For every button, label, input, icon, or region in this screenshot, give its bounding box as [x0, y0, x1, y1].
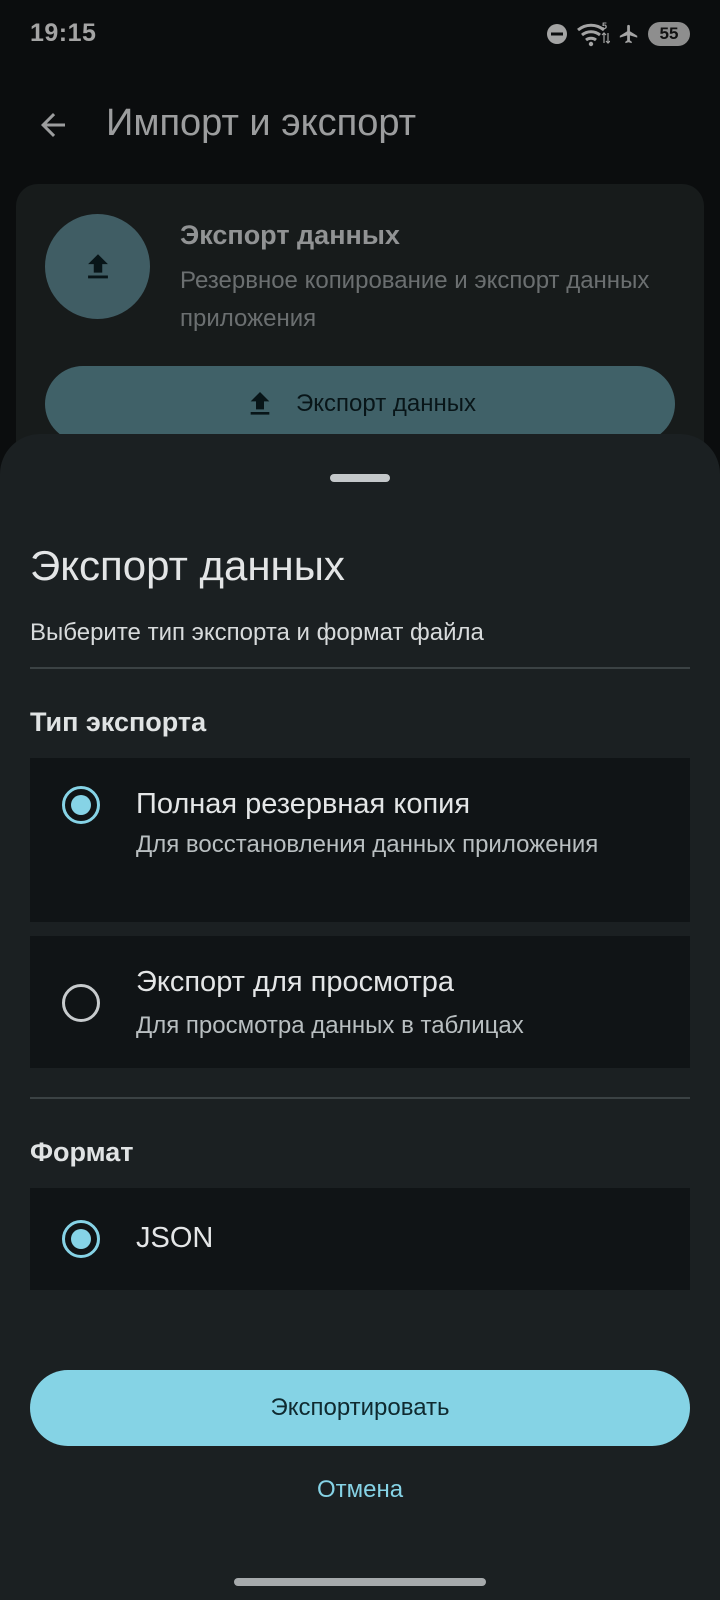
screen: 19:15 5 55 Импорт и экспорт Экспорт данн…	[0, 0, 720, 1600]
export-confirm-button[interactable]: Экспортировать	[30, 1370, 690, 1446]
option-full-backup[interactable]: Полная резервная копия Для восстановлени…	[30, 758, 690, 922]
export-bottom-sheet: Экспорт данных Выберите тип экспорта и ф…	[0, 434, 720, 1600]
option-description: Для восстановления данных приложения	[136, 831, 599, 858]
export-confirm-label: Экспортировать	[270, 1394, 450, 1421]
gesture-nav-handle	[234, 1578, 486, 1586]
option-json[interactable]: JSON	[30, 1188, 690, 1290]
cancel-label: Отмена	[316, 1476, 404, 1503]
format-label: Формат	[30, 1137, 134, 1167]
export-type-label: Тип экспорта	[30, 707, 207, 737]
cancel-button[interactable]: Отмена	[260, 1454, 460, 1526]
option-title: JSON	[136, 1222, 214, 1254]
option-title: Полная резервная копия	[136, 788, 471, 820]
sheet-title: Экспорт данных	[30, 542, 345, 589]
sheet-subtitle: Выберите тип экспорта и формат файла	[30, 619, 484, 646]
option-description: Для просмотра данных в таблицах	[136, 1012, 524, 1039]
drag-handle[interactable]	[330, 474, 390, 482]
divider	[30, 1097, 690, 1099]
radio-json[interactable]	[62, 1220, 100, 1258]
radio-full-backup[interactable]	[62, 786, 100, 824]
option-view-export[interactable]: Экспорт для просмотра Для просмотра данн…	[30, 936, 690, 1068]
radio-view-export[interactable]	[62, 984, 100, 1022]
option-title: Экспорт для просмотра	[136, 966, 455, 998]
divider	[30, 667, 690, 669]
